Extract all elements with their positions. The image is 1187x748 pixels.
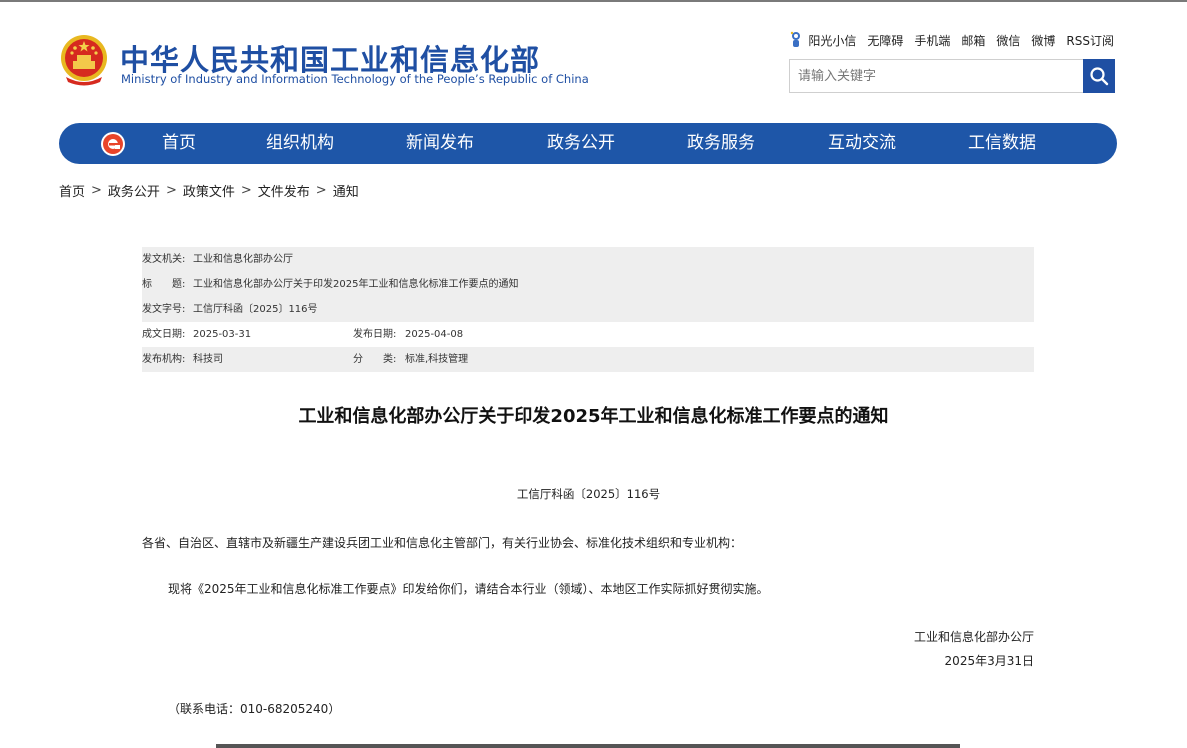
top-link-wechat[interactable]: 微信 bbox=[996, 32, 1020, 49]
top-links: 阳光小信 无障碍 手机端 邮箱 微信 微博 RSS订阅 bbox=[789, 31, 1114, 49]
title-value: 工业和信息化部办公厅关于印发2025年工业和信息化标准工作要点的通知 bbox=[193, 279, 519, 290]
breadcrumb-separator: > bbox=[240, 183, 252, 198]
national-emblem-icon[interactable] bbox=[58, 33, 110, 87]
nav-item-gov-affairs[interactable]: 政务公开 bbox=[547, 123, 615, 164]
document-contact: （联系电话：010-68205240） bbox=[168, 702, 341, 716]
breadcrumb-separator: > bbox=[91, 183, 102, 198]
attachment-bar bbox=[216, 744, 960, 748]
search-input[interactable] bbox=[789, 59, 1084, 93]
info-row-title: 标 题: 工业和信息化部办公厅关于印发2025年工业和信息化标准工作要点的通知 bbox=[142, 272, 1034, 297]
org-label: 发布机构: bbox=[142, 354, 186, 365]
document-info-table: 发文机关: 工业和信息化部办公厅 标 题: 工业和信息化部办公厅关于印发2025… bbox=[142, 247, 1034, 372]
breadcrumb-separator: > bbox=[165, 183, 177, 198]
nav-item-gov-services[interactable]: 政务服务 bbox=[687, 123, 755, 164]
document-title: 工业和信息化部办公厅关于印发2025年工业和信息化标准工作要点的通知 bbox=[298, 406, 889, 427]
doc-number-value: 工信厅科函〔2025〕116号 bbox=[193, 304, 318, 315]
created-date-value: 2025-03-31 bbox=[193, 329, 252, 340]
top-link-weibo[interactable]: 微博 bbox=[1031, 32, 1055, 49]
category-value: 标准,科技管理 bbox=[405, 354, 469, 365]
breadcrumb-separator: > bbox=[315, 183, 327, 198]
org-value: 科技司 bbox=[193, 354, 223, 365]
breadcrumb-file-release[interactable]: 文件发布 bbox=[258, 181, 310, 200]
breadcrumb-gov-affairs[interactable]: 政务公开 bbox=[108, 181, 160, 200]
created-date-label: 成文日期: bbox=[142, 329, 186, 340]
info-row-org: 发布机构: 科技司 分 类: 标准,科技管理 bbox=[142, 347, 1034, 372]
published-date-value: 2025-04-08 bbox=[405, 329, 464, 340]
document-body: 现将《2025年工业和信息化标准工作要点》印发给你们，请结合本行业（领域）、本地… bbox=[168, 582, 769, 596]
info-row-issuer: 发文机关: 工业和信息化部办公厅 bbox=[142, 247, 1034, 272]
main-nav: 首页 组织机构 新闻发布 政务公开 政务服务 互动交流 工信数据 bbox=[59, 123, 1117, 164]
top-rule bbox=[0, 0, 1187, 2]
breadcrumb-notice[interactable]: 通知 bbox=[333, 181, 359, 200]
breadcrumb-policy-docs[interactable]: 政策文件 bbox=[183, 181, 235, 200]
info-row-doc-number: 发文字号: 工信厅科函〔2025〕116号 bbox=[142, 297, 1034, 322]
nav-item-data[interactable]: 工信数据 bbox=[968, 123, 1036, 164]
nav-item-news[interactable]: 新闻发布 bbox=[406, 123, 474, 164]
top-link-mail[interactable]: 邮箱 bbox=[961, 32, 985, 49]
top-link-sunshine[interactable]: 阳光小信 bbox=[789, 31, 856, 49]
issuer-value: 工业和信息化部办公厅 bbox=[193, 254, 293, 265]
category-label: 分 类: bbox=[353, 354, 397, 365]
info-row-dates: 成文日期: 2025-03-31 发布日期: 2025-04-08 bbox=[142, 322, 1034, 347]
document-date: 2025年3月31日 bbox=[944, 654, 1034, 668]
nav-item-interaction[interactable]: 互动交流 bbox=[828, 123, 896, 164]
nav-item-organization[interactable]: 组织机构 bbox=[266, 123, 334, 164]
nav-item-home[interactable]: 首页 bbox=[162, 123, 196, 164]
top-link-accessibility[interactable]: 无障碍 bbox=[867, 32, 903, 49]
site-title-english[interactable]: Ministry of Industry and Information Tec… bbox=[121, 72, 589, 86]
published-date-label: 发布日期: bbox=[353, 329, 397, 340]
breadcrumb: 首页 > 政务公开 > 政策文件 > 文件发布 > 通知 bbox=[59, 181, 359, 200]
sun-mascot-icon bbox=[791, 31, 801, 47]
top-link-rss[interactable]: RSS订阅 bbox=[1066, 32, 1114, 49]
search-icon bbox=[1090, 67, 1109, 86]
issuer-label: 发文机关: bbox=[142, 254, 186, 265]
document-number: 工信厅科函〔2025〕116号 bbox=[516, 487, 661, 501]
top-link-mobile[interactable]: 手机端 bbox=[914, 32, 950, 49]
doc-number-label: 发文字号: bbox=[142, 304, 186, 315]
title-label: 标 题: bbox=[142, 279, 186, 290]
breadcrumb-home[interactable]: 首页 bbox=[59, 181, 85, 200]
document-signer: 工业和信息化部办公厅 bbox=[913, 630, 1034, 644]
e-gov-logo-icon[interactable] bbox=[99, 130, 127, 158]
search-button[interactable] bbox=[1083, 59, 1115, 93]
document-salutation: 各省、自治区、直辖市及新疆生产建设兵团工业和信息化主管部门，有关行业协会、标准化… bbox=[142, 536, 743, 550]
top-link-label: 阳光小信 bbox=[808, 33, 857, 48]
